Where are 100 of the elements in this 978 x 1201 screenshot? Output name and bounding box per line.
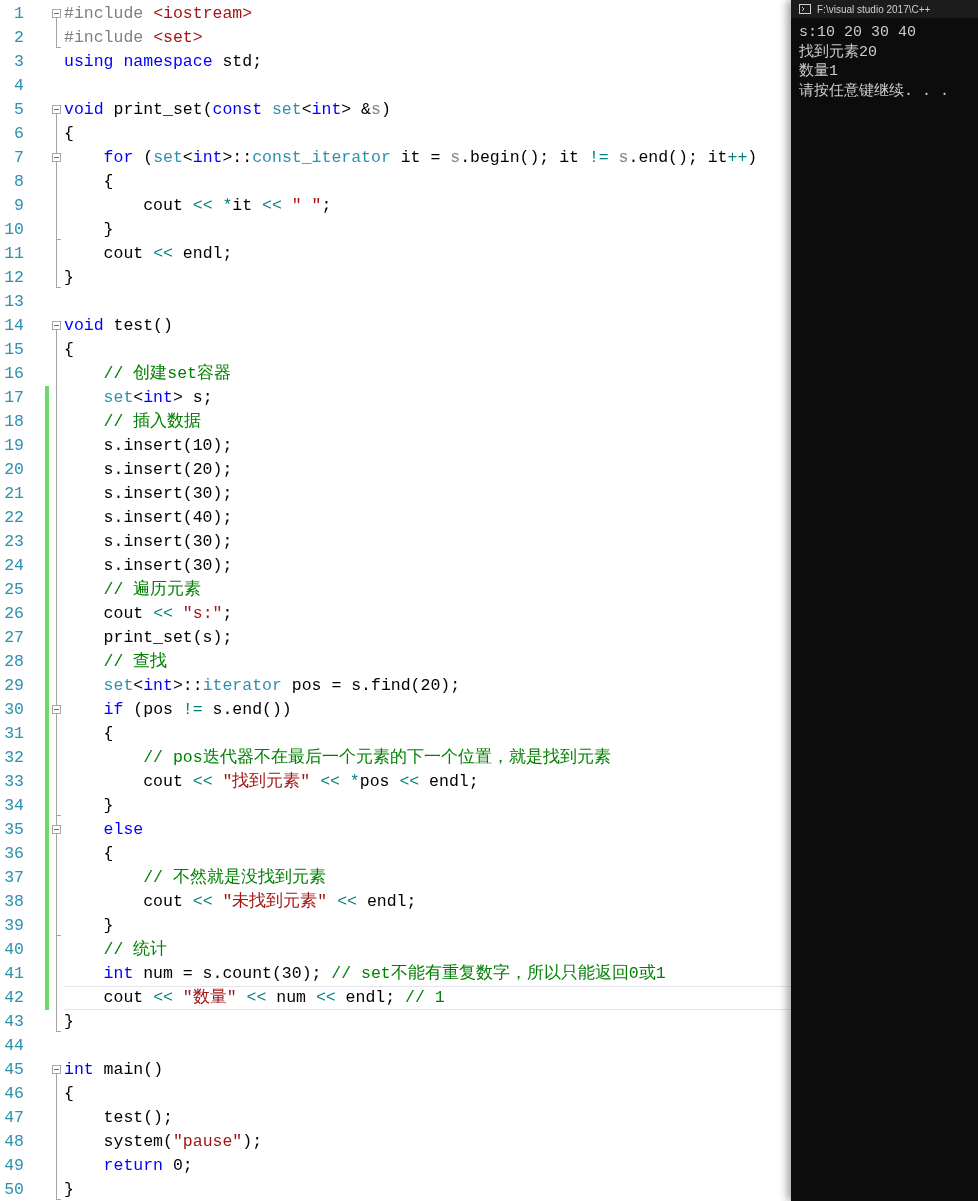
line-number: 27	[3, 627, 25, 649]
line-number: 38	[3, 891, 25, 913]
keyword: return	[102, 1156, 164, 1175]
line-number: 32	[3, 747, 25, 769]
line-number: 30	[3, 699, 25, 721]
code-text: <	[182, 148, 193, 167]
collapse-icon[interactable]	[52, 153, 61, 162]
code-text: }	[102, 916, 114, 935]
code-text: cout	[102, 988, 145, 1007]
type-name: set	[102, 388, 134, 407]
code-comment: // set不能有重复数字，所以只能返回0或1	[331, 964, 666, 983]
code-text: ;	[321, 196, 332, 215]
collapse-icon[interactable]	[52, 105, 61, 114]
code-text: {	[102, 844, 114, 863]
line-number: 41	[3, 963, 25, 985]
line-number: 18	[3, 411, 25, 433]
preprocessor-directive: #include	[64, 4, 145, 23]
code-text: <	[301, 100, 312, 119]
operator: << *	[192, 196, 233, 215]
code-text: num = s.count(30);	[142, 964, 323, 983]
code-text: s.insert(30);	[102, 556, 233, 575]
line-number: 50	[3, 1179, 25, 1201]
code-text: s.insert(30);	[102, 484, 233, 503]
line-number: 23	[3, 531, 25, 553]
code-comment: // 统计	[102, 940, 168, 959]
code-text: )	[747, 148, 758, 167]
code-text: endl;	[428, 772, 479, 791]
code-text: {	[102, 724, 114, 743]
operator: <<	[153, 604, 174, 623]
console-output-line: 数量1	[799, 62, 839, 82]
code-text: }	[64, 1012, 74, 1031]
line-number: 45	[3, 1059, 25, 1081]
code-text: cout	[142, 196, 184, 215]
line-number: 6	[13, 123, 25, 145]
operator: <<	[245, 988, 267, 1007]
string-literal: <iostream>	[153, 4, 253, 23]
type-name: iterator	[202, 676, 282, 695]
operator: << *	[319, 772, 360, 791]
operator: !=	[182, 700, 203, 719]
code-comment: // pos迭代器不在最后一个元素的下一个位置，就是找到元素	[142, 748, 611, 767]
code-comment: // 创建set容器	[102, 364, 232, 383]
type-name: set	[153, 148, 183, 167]
line-number: 9	[13, 195, 25, 217]
keyword: int	[311, 100, 342, 119]
console-output-line: 请按任意键继续. . .	[799, 81, 950, 101]
code-text: print_set(s);	[102, 628, 233, 647]
collapse-icon[interactable]	[52, 9, 61, 18]
operator: <<	[336, 892, 357, 911]
code-text: cout	[102, 604, 145, 623]
operator: <<	[262, 196, 283, 215]
keyword: using	[64, 52, 115, 71]
line-number: 36	[3, 843, 25, 865]
keyword: for	[102, 148, 134, 167]
string-literal: " "	[291, 196, 322, 215]
collapse-icon[interactable]	[52, 705, 61, 714]
line-number: 14	[3, 315, 25, 337]
line-number: 17	[3, 387, 25, 409]
collapse-icon[interactable]	[52, 321, 61, 330]
console-app-icon	[799, 4, 811, 14]
operator: <<	[399, 772, 420, 791]
keyword: namespace	[123, 52, 213, 71]
code-text: <	[133, 388, 144, 407]
keyword: if	[102, 700, 124, 719]
collapse-icon[interactable]	[52, 825, 61, 834]
line-number: 35	[3, 819, 25, 841]
line-number: 11	[3, 243, 25, 265]
line-number: 34	[3, 795, 25, 817]
line-number: 31	[3, 723, 25, 745]
string-literal: "未找到元素"	[222, 892, 328, 911]
code-text: s.insert(30);	[102, 532, 233, 551]
collapse-icon[interactable]	[52, 1065, 61, 1074]
code-text: system(	[102, 1132, 173, 1151]
operator: <<	[192, 892, 214, 911]
code-text: .begin(); it	[460, 148, 580, 167]
line-number: 16	[3, 363, 25, 385]
code-text: )	[380, 100, 391, 119]
parameter-name: s	[371, 100, 381, 119]
code-text: print_set(	[112, 100, 213, 119]
line-number: 33	[3, 771, 25, 793]
code-text: {	[102, 172, 114, 191]
string-literal: "pause"	[172, 1132, 243, 1151]
line-number: 8	[13, 171, 25, 193]
operator: !=	[588, 148, 610, 167]
line-number: 12	[3, 267, 25, 289]
code-comment: // 插入数据	[102, 412, 202, 431]
keyword: const	[212, 100, 264, 119]
console-title: F:\visual studio 2017\C++	[817, 2, 931, 17]
code-text: endl;	[181, 244, 233, 263]
operator: <<	[192, 772, 214, 791]
code-text: .end(); it	[628, 148, 728, 167]
line-number: 37	[3, 867, 25, 889]
line-number: 22	[3, 507, 25, 529]
code-text: cout	[102, 244, 145, 263]
line-number: 29	[3, 675, 25, 697]
line-number: 48	[3, 1131, 25, 1153]
line-number: 21	[3, 483, 25, 505]
line-number: 7	[13, 147, 25, 169]
code-text: endl;	[344, 988, 397, 1007]
parameter-name: s	[618, 148, 629, 167]
line-number: 20	[3, 459, 25, 481]
